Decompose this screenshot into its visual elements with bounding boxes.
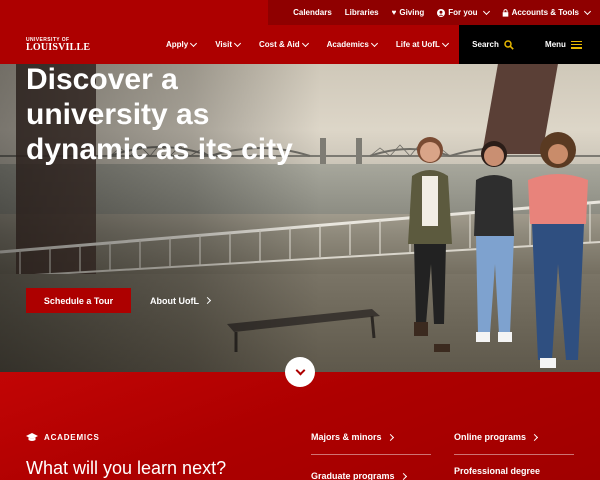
- nav-item-label: Academics: [326, 40, 369, 49]
- primary-nav-links: Apply Visit Cost & Aid Academics Life at…: [166, 25, 449, 64]
- chevron-right-icon: [203, 296, 212, 305]
- nav-item-academics[interactable]: Academics: [326, 39, 378, 49]
- nav-item-label: Apply: [166, 40, 189, 49]
- chevron-right-icon: [530, 433, 539, 441]
- schedule-tour-button[interactable]: Schedule a Tour: [26, 288, 131, 313]
- hamburger-icon: [570, 40, 582, 49]
- academics-section: ACADEMICS What will you learn next? Majo…: [0, 372, 600, 480]
- libraries-label: Libraries: [344, 8, 379, 17]
- utility-bar: Calendars Libraries ♥ Giving For you Acc…: [268, 0, 600, 25]
- search-label: Search: [472, 40, 499, 49]
- hero-title: Discover a university as dynamic as its …: [26, 63, 293, 166]
- majors-minors-link[interactable]: Majors & minors: [311, 432, 394, 442]
- academics-label: ACADEMICS: [44, 433, 100, 442]
- professional-degree-label: Professional degree: [454, 466, 541, 476]
- graduate-programs-label: Graduate programs: [311, 471, 395, 480]
- university-logo[interactable]: UNIVERSITY OF LOUISVILLE: [26, 38, 90, 53]
- students-illustration: [408, 132, 588, 368]
- nav-item-label: Life at UofL: [395, 40, 440, 49]
- online-programs-label: Online programs: [454, 432, 527, 442]
- majors-minors-label: Majors & minors: [311, 432, 382, 442]
- for-you-dropdown[interactable]: For you: [437, 7, 490, 17]
- nav-item-visit[interactable]: Visit: [215, 39, 242, 49]
- nav-item-label: Visit: [215, 40, 232, 49]
- giving-link[interactable]: ♥ Giving: [392, 8, 425, 17]
- graduate-programs-link[interactable]: Graduate programs: [311, 471, 407, 480]
- chevron-down-icon: [301, 39, 309, 47]
- chevron-right-icon: [386, 433, 394, 441]
- academics-heading: What will you learn next?: [26, 458, 227, 478]
- accounts-tools-label: Accounts & Tools: [511, 8, 579, 17]
- chevron-right-icon: [399, 472, 407, 480]
- heart-icon: ♥: [391, 7, 397, 17]
- link-divider: [454, 454, 574, 455]
- nav-item-cost-aid[interactable]: Cost & Aid: [258, 39, 309, 49]
- nav-item-label: Cost & Aid: [258, 40, 300, 49]
- chevron-down-icon: [583, 7, 592, 15]
- chevron-down-icon: [190, 39, 198, 47]
- menu-button[interactable]: Menu: [527, 25, 600, 64]
- academics-eyebrow: ACADEMICS: [26, 433, 100, 442]
- professional-degree-link[interactable]: Professional degree: [454, 466, 540, 476]
- online-programs-link[interactable]: Online programs: [454, 432, 539, 442]
- chevron-down-icon: [295, 365, 305, 376]
- giving-label: Giving: [399, 8, 425, 17]
- link-divider: [311, 454, 431, 455]
- graduation-cap-icon: [26, 433, 38, 441]
- search-icon: [504, 39, 514, 50]
- person-icon: [437, 8, 446, 17]
- chevron-down-icon: [482, 7, 490, 15]
- chevron-down-icon: [370, 39, 378, 47]
- nav-item-apply[interactable]: Apply: [166, 39, 198, 49]
- menu-label: Menu: [545, 40, 566, 49]
- scroll-down-button[interactable]: [285, 357, 315, 387]
- about-uofl-label: About UofL: [150, 295, 199, 306]
- about-uofl-link[interactable]: About UofL: [150, 288, 212, 313]
- nav-item-life-at-uofl[interactable]: Life at UofL: [395, 39, 449, 49]
- libraries-link[interactable]: Libraries: [345, 8, 379, 17]
- main-navigation: UNIVERSITY OF LOUISVILLE Apply Visit Cos…: [0, 25, 600, 64]
- logo-line2: LOUISVILLE: [26, 42, 91, 53]
- for-you-label: For you: [448, 8, 478, 17]
- chevron-down-icon: [233, 39, 242, 47]
- lock-icon: [502, 8, 508, 17]
- chevron-down-icon: [441, 39, 449, 47]
- calendars-label: Calendars: [293, 8, 332, 17]
- calendars-link[interactable]: Calendars: [293, 8, 332, 17]
- accounts-tools-dropdown[interactable]: Accounts & Tools: [502, 7, 592, 17]
- search-button[interactable]: Search: [459, 25, 527, 64]
